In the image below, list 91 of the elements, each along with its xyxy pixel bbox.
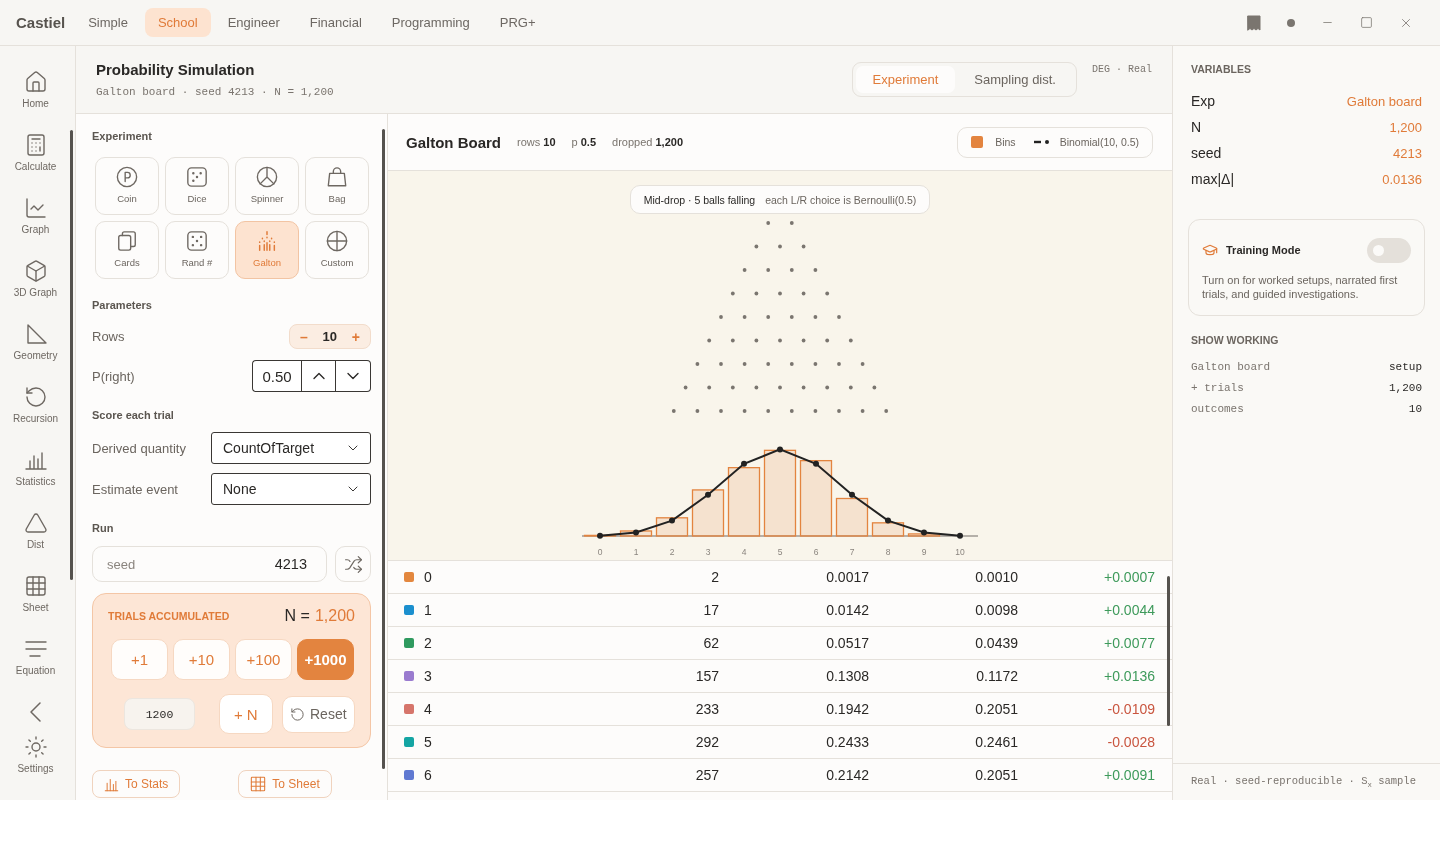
count-cell-text: 17 [702, 602, 719, 618]
count-cell-text: 157 [694, 668, 719, 684]
working-label: Galton board [1191, 360, 1271, 373]
theoretical-cell-text: 0.0439 [974, 635, 1018, 651]
tick-label: 10 [955, 547, 965, 557]
trial-count-label: N = [284, 607, 310, 625]
working-label: + trials [1191, 381, 1244, 394]
theoretical-cell-text: 0.2051 [974, 701, 1018, 717]
tick-label: 4 [741, 547, 747, 557]
variable-name: N [1191, 119, 1202, 135]
variable-value: 4213 [1393, 145, 1422, 161]
variable-name: max|Δ| [1191, 171, 1235, 187]
tick-label: 8 [885, 547, 891, 557]
empirical-cell-text: 0.1942 [825, 701, 869, 717]
caption-note: each L/R choice is Bernoulli(0.5) [765, 193, 917, 206]
outcome-cell: 4 [424, 701, 432, 717]
tick-label: 3 [705, 547, 711, 557]
working-value: 1,200 [1389, 381, 1422, 394]
drop-status: Mid-drop · 5 balls falling [643, 193, 756, 206]
count-cell-text: 257 [694, 767, 719, 783]
tick-label: 1 [633, 547, 639, 557]
theoretical-cell-text: 0.2461 [974, 734, 1018, 750]
variable-value: 0.0136 [1382, 171, 1422, 187]
board-stat: rows 10 [517, 136, 556, 148]
outcome-cell: 0 [424, 569, 432, 585]
variable-name: seed [1191, 145, 1222, 161]
section-heading: Run [92, 522, 115, 535]
rows-value: 10 [322, 329, 338, 344]
outcome-cell: 2 [424, 635, 432, 651]
difference-cell-text: +0.0044 [1103, 602, 1155, 618]
theoretical-cell-text: 0.0010 [974, 569, 1018, 585]
tick-label: 7 [849, 547, 855, 557]
page-title: Probability Simulation [96, 60, 256, 80]
empirical-cell-text: 0.0517 [825, 635, 869, 651]
section-heading: Parameters [92, 299, 153, 312]
empirical-cell-text: 0.1308 [825, 668, 869, 684]
board-stat: dropped 1,200 [612, 136, 683, 148]
board-title: Galton Board [406, 133, 501, 151]
difference-cell-text: -0.0109 [1106, 701, 1155, 717]
tick-label: 2 [669, 547, 675, 557]
page-subtitle: Galton board · seed 4213 · N = 1,200 [96, 85, 334, 100]
section-heading: Experiment [92, 130, 153, 143]
footer-status: Real · seed-reproducible · S$_{x}$ sample [1191, 774, 1416, 790]
empirical-cell-text: 0.0142 [825, 602, 869, 618]
difference-cell-text: +0.0136 [1103, 668, 1155, 684]
working-value: 10 [1408, 402, 1422, 415]
outcome-cell: 6 [424, 767, 432, 783]
empirical-cell-text: 0.2433 [825, 734, 869, 750]
working-label: outcomes [1191, 402, 1244, 415]
tick-label: 5 [777, 547, 783, 557]
variable-value: 1,200 [1389, 119, 1422, 135]
training-title: Training Mode [1226, 244, 1301, 256]
theoretical-cell-text: 0.0098 [974, 602, 1018, 618]
difference-cell-text: -0.0028 [1106, 734, 1155, 750]
empirical-cell-text: 0.2142 [825, 767, 869, 783]
seed-value: 4213 [274, 556, 307, 572]
section-heading: VARIABLES [1191, 63, 1252, 75]
board-stat: p 0.5 [571, 136, 597, 148]
section-heading: Score each trial [92, 409, 175, 422]
tick-label: 6 [813, 547, 819, 557]
trials-title: TRIALS ACCUMULATED [108, 610, 230, 622]
count-cell-text: 292 [694, 734, 719, 750]
mode-status: DEG · Real [1092, 64, 1152, 75]
field-label: Estimate event [92, 481, 178, 497]
tick-label: 9 [921, 547, 927, 557]
app-logo: Castiel [16, 14, 66, 31]
legend-label: Bins [995, 136, 1016, 148]
tick-label: 0 [597, 547, 603, 557]
count-cell-text: 2 [710, 569, 719, 585]
outcome-cell: 5 [424, 734, 432, 750]
training-description: Turn on for worked setups, narrated first trials, and guided investigations. [1202, 273, 1399, 301]
empirical-cell-text: 0.0017 [825, 569, 869, 585]
variable-name: Exp [1191, 93, 1216, 109]
variable-value: Galton board [1346, 93, 1422, 109]
count-cell-text: 233 [694, 701, 719, 717]
difference-cell-text: +0.0077 [1103, 635, 1155, 651]
rows-label: Rows [92, 329, 125, 344]
outcome-cell: 3 [424, 668, 432, 684]
theoretical-cell-text: 0.1172 [975, 668, 1018, 684]
seed-label: seed [107, 556, 136, 572]
difference-cell-text: +0.0091 [1103, 767, 1155, 783]
difference-cell-text: +0.0007 [1103, 569, 1155, 585]
trial-count: 1,200 [314, 607, 355, 625]
legend-label: Binomial(10, 0.5) [1059, 136, 1139, 148]
field-label: Derived quantity [92, 440, 186, 456]
p-right-label: P(right) [92, 368, 135, 384]
working-value: setup [1389, 360, 1422, 373]
outcome-cell: 1 [424, 602, 432, 618]
theoretical-cell-text: 0.2051 [974, 767, 1018, 783]
section-heading: SHOW WORKING [1191, 334, 1280, 346]
count-cell-text: 62 [702, 635, 719, 651]
